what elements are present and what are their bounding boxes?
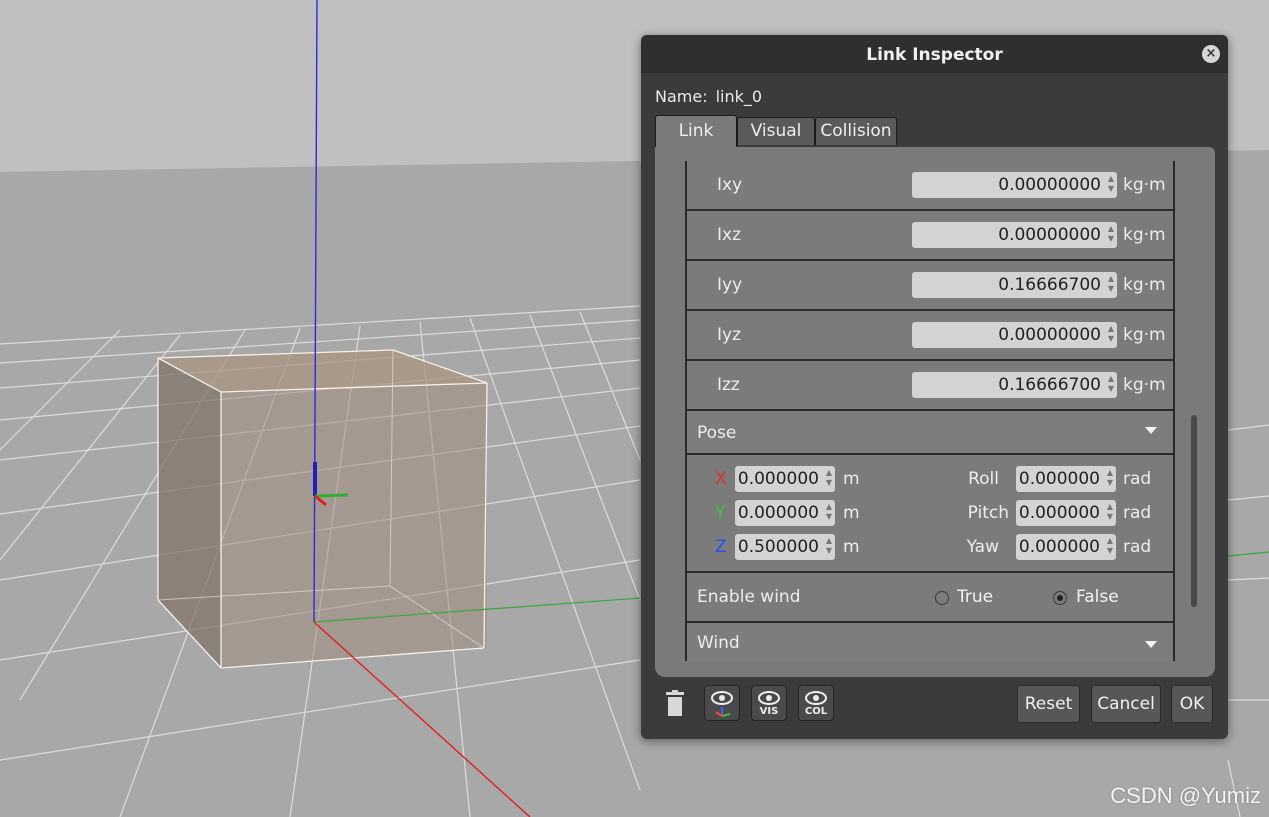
- pitch-spinbox[interactable]: 0.000000 ▲ ▼: [1016, 500, 1116, 526]
- reset-button[interactable]: Reset: [1017, 685, 1080, 723]
- box-link[interactable]: [157, 349, 488, 669]
- ixz-label: Ixz: [717, 225, 741, 245]
- watermark: CSDN @Yumiz: [1110, 783, 1261, 808]
- chevron-down-icon: [1145, 427, 1157, 434]
- x-label: X: [715, 469, 727, 489]
- enable-wind-label: Enable wind: [697, 587, 801, 607]
- z-spinbox[interactable]: 0.500000 ▲ ▼: [735, 534, 835, 560]
- pose-section-header[interactable]: Pose: [685, 411, 1175, 455]
- ixz-unit: kg·m: [1123, 225, 1166, 245]
- ixy-unit: kg·m: [1123, 175, 1166, 195]
- name-label: Name:: [655, 87, 708, 106]
- properties-scroll-area[interactable]: Ixy 0.00000000 ▲ ▼ kg·m Ixz 0.00000000 ▲ ▼ k…: [685, 161, 1175, 661]
- roll-label: Roll: [968, 469, 999, 489]
- roll-spinbox[interactable]: 0.000000 ▲ ▼: [1016, 466, 1116, 492]
- name-row: Name: link_0: [655, 87, 762, 106]
- iyz-unit: kg·m: [1123, 325, 1166, 345]
- vertical-scrollbar[interactable]: [1191, 415, 1197, 607]
- link-tab-panel: Ixy 0.00000000 ▲ ▼ kg·m Ixz 0.00000000 ▲ ▼ k…: [655, 147, 1215, 677]
- vis-label: VIS: [759, 706, 779, 717]
- x-spinbox[interactable]: 0.000000 ▲ ▼: [735, 466, 835, 492]
- pose-fields: X 0.000000 ▲ ▼ m Y 0.000000 ▲ ▼ m Z 0.500000…: [685, 455, 1175, 573]
- yaw-unit: rad: [1123, 537, 1152, 557]
- ok-button[interactable]: OK: [1171, 685, 1213, 723]
- ixz-spinbox[interactable]: 0.00000000 ▲ ▼: [912, 222, 1117, 248]
- inertia-row-ixy: Ixy 0.00000000 ▲ ▼ kg·m: [685, 161, 1175, 211]
- iyy-spinbox[interactable]: 0.16666700 ▲ ▼: [912, 272, 1117, 298]
- wind-false-label[interactable]: False: [1076, 587, 1119, 607]
- iyz-label: Iyz: [717, 325, 741, 345]
- trash-icon[interactable]: [663, 690, 687, 718]
- iyy-unit: kg·m: [1123, 275, 1166, 295]
- pose-label: Pose: [697, 423, 737, 443]
- yaw-label: Yaw: [966, 537, 999, 557]
- inertia-row-ixz: Ixz 0.00000000 ▲ ▼ kg·m: [685, 211, 1175, 261]
- z-label: Z: [715, 537, 727, 557]
- cancel-button[interactable]: Cancel: [1091, 685, 1161, 723]
- wind-section-header[interactable]: Wind: [685, 623, 1175, 661]
- y-spinbox[interactable]: 0.000000 ▲ ▼: [735, 500, 835, 526]
- ixy-spinbox[interactable]: 0.00000000 ▲ ▼: [912, 172, 1117, 198]
- inertia-row-iyy: Iyy 0.16666700 ▲ ▼ kg·m: [685, 261, 1175, 311]
- y-unit: m: [843, 503, 860, 523]
- link-inspector-dialog: Link Inspector × Name: link_0 Link Visual…: [641, 35, 1228, 739]
- chevron-down-icon: [1145, 641, 1157, 648]
- roll-unit: rad: [1123, 469, 1152, 489]
- col-label: COL: [804, 706, 828, 717]
- tab-link[interactable]: Link: [655, 115, 737, 147]
- tab-collision[interactable]: Collision: [815, 117, 897, 145]
- ixy-label: Ixy: [717, 175, 743, 195]
- wind-false-radio[interactable]: [1053, 591, 1067, 605]
- inertia-row-izz: Izz 0.16666700 ▲ ▼ kg·m: [685, 361, 1175, 411]
- dialog-title: Link Inspector: [866, 45, 1003, 65]
- eye-axes-icon[interactable]: [704, 685, 740, 721]
- z-unit: m: [843, 537, 860, 557]
- x-unit: m: [843, 469, 860, 489]
- wind-label: Wind: [697, 633, 740, 653]
- inertia-row-iyz: Iyz 0.00000000 ▲ ▼ kg·m: [685, 311, 1175, 361]
- eye-collision-icon[interactable]: COL: [798, 685, 834, 721]
- wind-true-radio[interactable]: [935, 591, 949, 605]
- izz-unit: kg·m: [1123, 375, 1166, 395]
- eye-visual-icon[interactable]: VIS: [751, 685, 787, 721]
- yaw-spinbox[interactable]: 0.000000 ▲ ▼: [1016, 534, 1116, 560]
- tab-visual[interactable]: Visual: [737, 117, 815, 145]
- pitch-label: Pitch: [967, 503, 1009, 523]
- y-label: Y: [715, 503, 726, 523]
- enable-wind-row: Enable wind True False: [685, 573, 1175, 623]
- izz-label: Izz: [717, 375, 740, 395]
- name-value: link_0: [715, 87, 763, 106]
- wind-true-label[interactable]: True: [957, 587, 993, 607]
- pitch-unit: rad: [1123, 503, 1152, 523]
- iyy-label: Iyy: [717, 275, 743, 295]
- close-icon[interactable]: ×: [1202, 45, 1220, 63]
- titlebar[interactable]: Link Inspector ×: [641, 35, 1228, 73]
- izz-spinbox[interactable]: 0.16666700 ▲ ▼: [912, 372, 1117, 398]
- iyz-spinbox[interactable]: 0.00000000 ▲ ▼: [912, 322, 1117, 348]
